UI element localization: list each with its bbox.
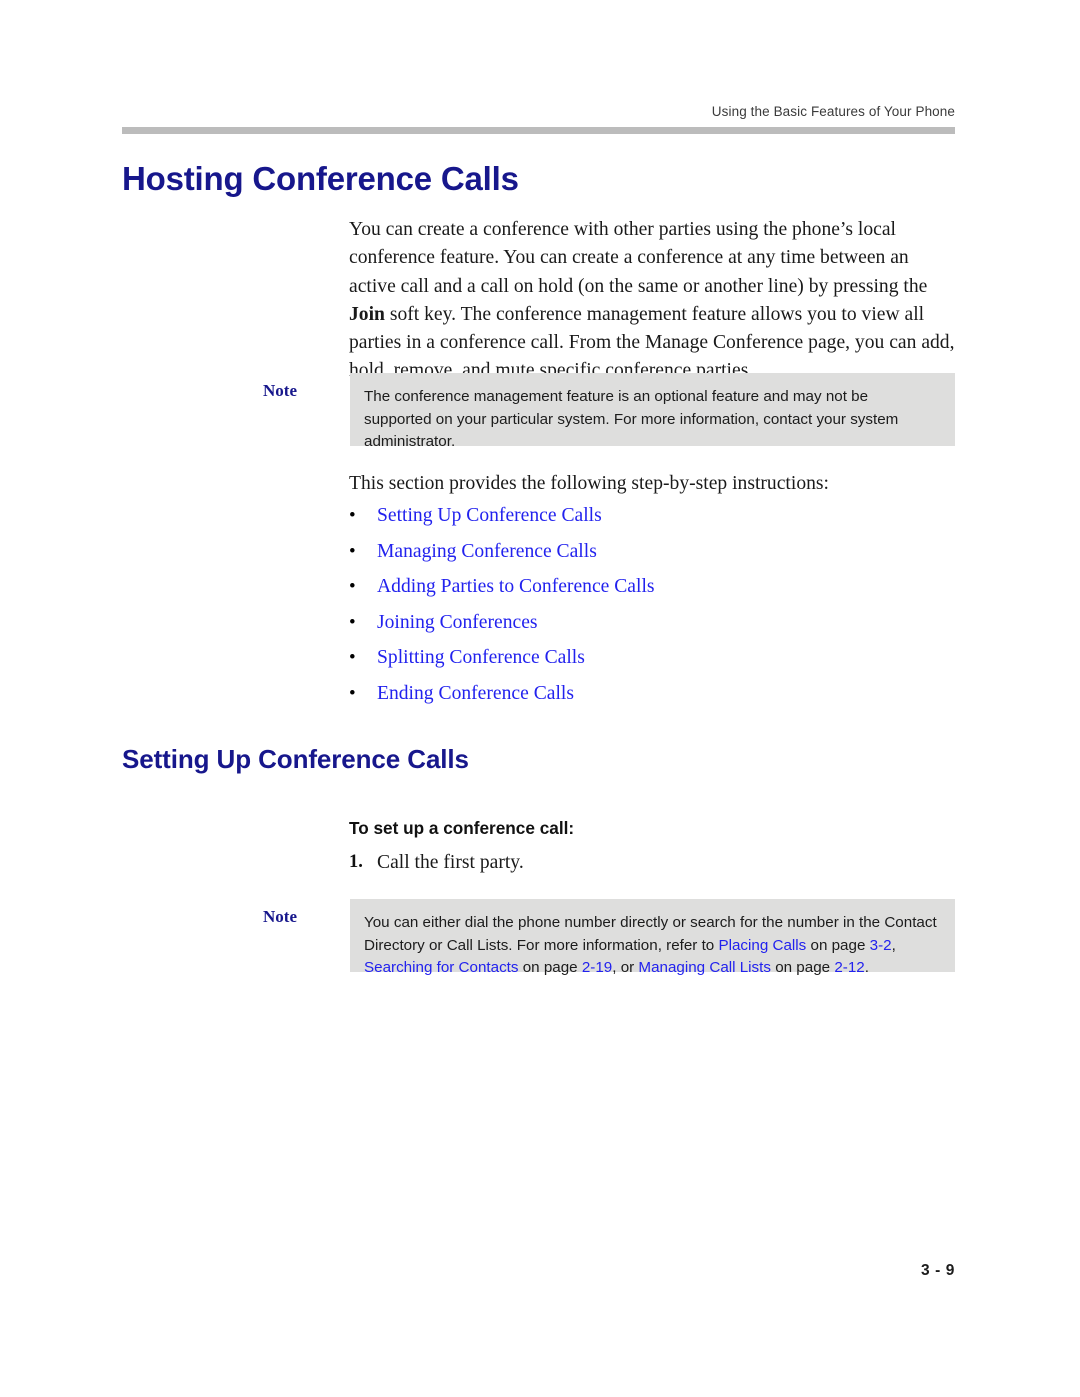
note-box-2: You can either dial the phone number dir… — [350, 899, 955, 976]
list-item[interactable]: • Managing Conference Calls — [349, 539, 956, 575]
conference-topics-list: • Setting Up Conference Calls • Managing… — [349, 503, 956, 716]
link-joining-conferences[interactable]: Joining Conferences — [377, 610, 538, 636]
section-intro-line: This section provides the following step… — [349, 473, 829, 494]
list-item[interactable]: • Setting Up Conference Calls — [349, 503, 956, 539]
note2-text-6: on page — [770, 959, 835, 977]
join-softkey-term: Join — [349, 303, 385, 325]
page-title: Hosting Conference Calls — [122, 160, 519, 197]
note-label-1: Note — [263, 381, 297, 400]
list-item[interactable]: • Ending Conference Calls — [349, 681, 956, 717]
step-number: 1. — [349, 852, 363, 872]
header-rule — [122, 127, 955, 134]
note2-text-2: on page — [806, 936, 870, 954]
link-placing-calls[interactable]: Placing Calls — [718, 937, 806, 954]
link-managing-call-lists[interactable]: Managing Call Lists — [638, 959, 771, 976]
note-text-2: You can either dial the phone number dir… — [364, 912, 937, 980]
intro-paragraph-part1: You can create a conference with other p… — [349, 219, 928, 297]
note-box-1: The conference management feature is an … — [350, 373, 955, 450]
bullet-icon: • — [349, 505, 356, 526]
link-page-2-19[interactable]: 2-19 — [582, 959, 612, 976]
procedure-title: To set up a conference call: — [349, 818, 575, 838]
link-splitting-conference-calls[interactable]: Splitting Conference Calls — [377, 645, 585, 671]
running-header: Using the Basic Features of Your Phone — [711, 104, 955, 119]
list-item[interactable]: • Splitting Conference Calls — [349, 645, 956, 681]
intro-paragraph-part2: soft key. The conference management feat… — [349, 303, 955, 382]
list-item[interactable]: • Adding Parties to Conference Calls — [349, 574, 956, 610]
bullet-icon: • — [349, 540, 356, 562]
intro-paragraph: You can create a conference with other p… — [349, 216, 956, 386]
note-label-2: Note — [263, 907, 297, 926]
list-item[interactable]: • Joining Conferences — [349, 610, 956, 646]
bullet-icon: • — [349, 682, 356, 704]
link-adding-parties-to-conference-calls[interactable]: Adding Parties to Conference Calls — [377, 574, 655, 600]
section-heading-setting-up: Setting Up Conference Calls — [122, 744, 469, 774]
page-number: 3 - 9 — [920, 1262, 955, 1279]
note2-text-3: , — [891, 936, 896, 954]
note2-text-7: . — [864, 959, 869, 977]
link-searching-for-contacts[interactable]: Searching for Contacts — [364, 959, 519, 976]
link-managing-conference-calls[interactable]: Managing Conference Calls — [377, 539, 597, 565]
note2-text-4: on page — [518, 959, 582, 977]
link-ending-conference-calls[interactable]: Ending Conference Calls — [377, 681, 574, 707]
intro-paragraph-block: You can create a conference with other p… — [349, 216, 956, 386]
link-page-2-12[interactable]: 2-12 — [834, 959, 864, 976]
note2-text-5: , or — [612, 959, 639, 977]
bullet-icon: • — [349, 647, 356, 668]
bullet-icon: • — [349, 611, 356, 633]
procedure-step-1: 1. Call the first party. — [349, 849, 956, 876]
link-setting-up-conference-calls[interactable]: Setting Up Conference Calls — [377, 503, 602, 529]
note-text-1: The conference management feature is an … — [364, 388, 899, 451]
step-text: Call the first party. — [377, 852, 524, 873]
link-page-3-2[interactable]: 3-2 — [870, 937, 892, 954]
bullet-icon: • — [349, 576, 356, 597]
document-page: Using the Basic Features of Your Phone H… — [0, 0, 1080, 1397]
